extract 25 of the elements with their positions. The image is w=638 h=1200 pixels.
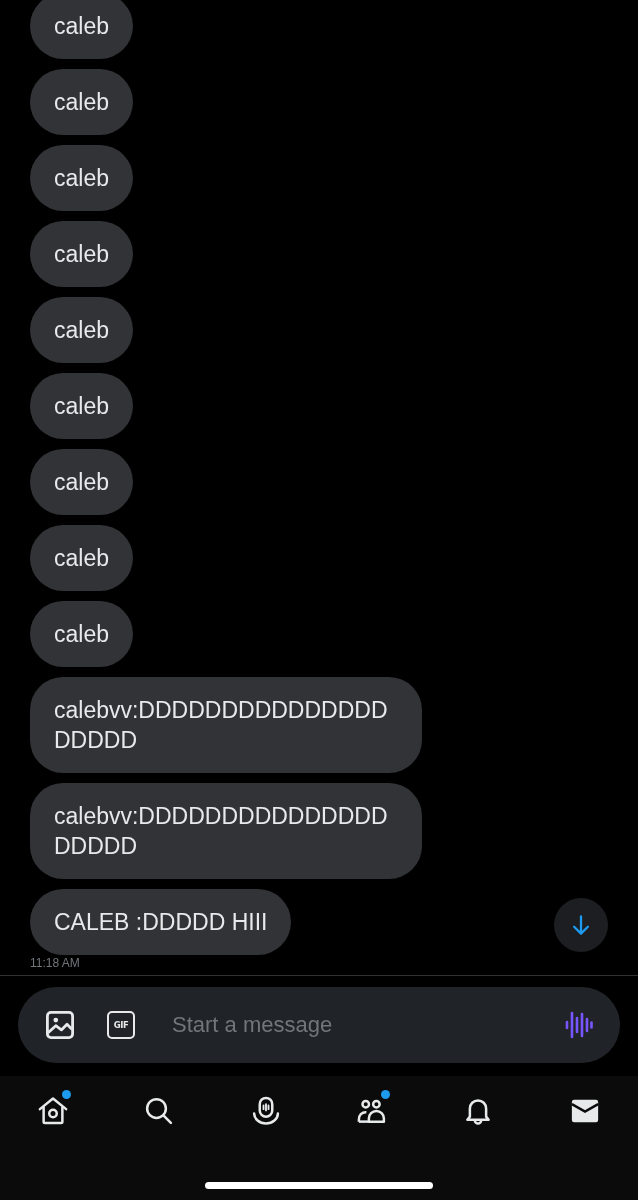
message-bubble: caleb — [30, 449, 133, 515]
search-icon — [144, 1096, 175, 1126]
message-bubble: caleb — [30, 69, 133, 135]
voice-button[interactable] — [565, 1011, 593, 1039]
message-bubble: caleb — [30, 601, 133, 667]
composer-bar[interactable]: GIF Start a message — [18, 987, 620, 1063]
gif-button[interactable]: GIF — [107, 1011, 135, 1039]
microphone-icon — [250, 1096, 281, 1126]
message-bubble: caleb — [30, 145, 133, 211]
message-bubble: caleb — [30, 221, 133, 287]
message-bubble: CALEB :DDDDD HIII — [30, 889, 292, 955]
image-button[interactable] — [46, 1011, 74, 1039]
waveform-icon — [565, 1011, 593, 1039]
message-field[interactable]: Start a message — [172, 1008, 565, 1042]
message-bubble: calebvv:DDDDDDDDDDDDDDDDDDDD — [30, 783, 422, 879]
message-bubble: caleb — [30, 525, 133, 591]
message-bubble: caleb — [30, 0, 133, 59]
message-bubble: caleb — [30, 297, 133, 363]
message-bubble: caleb — [30, 373, 133, 439]
home-icon — [38, 1096, 69, 1126]
image-icon — [46, 1011, 74, 1039]
scroll-down-button[interactable] — [554, 898, 608, 952]
message-timestamp: 11:18 AM — [30, 956, 80, 970]
arrow-down-icon — [573, 915, 589, 935]
message-bubble: calebvv:DDDDDDDDDDDDDDDDDDDD — [30, 677, 422, 773]
